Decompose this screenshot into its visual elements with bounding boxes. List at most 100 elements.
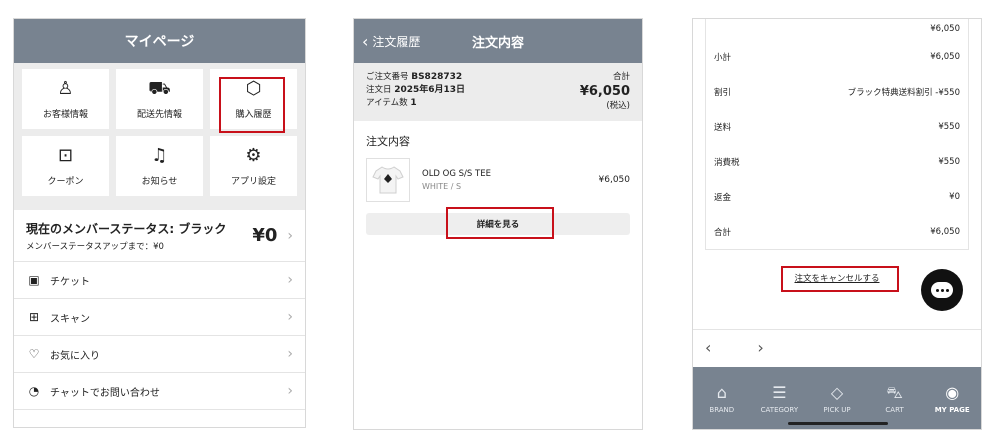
account-icon: ◉ [945,383,960,402]
tile-label: お知らせ [141,176,178,187]
list-item-ticket[interactable]: ▣ チケット › [14,262,305,299]
breakdown-value: ¥6,050 [930,24,960,34]
list-item-label: チケット [50,276,90,288]
highlight-box [446,207,554,239]
count-label: アイテム数 [366,98,408,108]
back-button[interactable]: ‹ 注文履歴 [362,32,420,51]
chat-icon: ◔ [28,384,40,398]
highlight-box [219,77,285,133]
item-count: 1 [410,98,417,108]
tile-label: お客様情報 [42,109,88,120]
breakdown-row: 送料 ¥550 [714,109,960,144]
list-item-label: お気に入り [50,350,100,362]
breakdown-label: 合計 [714,227,732,238]
highlight-box [781,266,899,292]
tile-coupon[interactable]: ⊡ クーポン [22,136,109,196]
chevron-right-icon: › [287,346,293,362]
chevron-right-icon[interactable]: › [757,338,763,357]
chevron-right-icon: › [287,309,293,325]
tab-label: CART [885,406,904,414]
date-label: 注文日 [366,85,392,95]
breakdown-value: ¥550 [938,121,960,132]
tab-cart[interactable]: ⛍ CART [866,367,924,429]
product-thumbnail [366,158,410,202]
member-status-amount: ¥0 [252,225,278,246]
view-details-button[interactable]: 詳細を見る [366,207,630,239]
total-label: 合計 [612,72,630,82]
store-icon: ⌂ [716,383,727,402]
breakdown-label: 返金 [714,192,732,203]
tile-label: アプリ設定 [230,176,276,187]
breakdown-value: ¥550 [938,156,960,167]
gear-icon: ⚙ [245,144,262,166]
breakdown-value: ¥6,050 [930,226,960,237]
chevron-left-icon[interactable]: ‹ [705,338,711,357]
tab-pickup[interactable]: ◇ PICK UP [808,367,866,429]
list-item-scan[interactable]: ⊞ スキャン › [14,299,305,336]
tab-category[interactable]: ☰ CATEGORY [751,367,809,429]
mypage-header: マイページ [14,19,305,63]
tag-icon: ◇ [830,383,844,402]
tile-purchase-history[interactable]: ⬡ 購入履歴 [210,69,297,133]
price-breakdown: ¥6,050 小計 ¥6,050 割引 ブラック特典送料割引 -¥550 送料 … [705,19,969,250]
breakdown-row: 割引 ブラック特典送料割引 -¥550 [714,74,960,109]
tile-label: 配送先情報 [136,109,182,120]
ticket-icon: ▣ [28,273,40,287]
member-status-sub: メンバーステータスアップまで：¥0 [26,241,164,252]
order-date: 2025年6月13日 [394,85,466,95]
product-price: ¥6,050 [598,175,631,185]
list-item-label: チャットでお問い合わせ [50,387,160,399]
tile-customer-info[interactable]: ♙ お客様情報 [22,69,109,129]
breakdown-value: ¥0 [949,191,960,202]
order-no: BS828732 [411,72,463,82]
section-title: 注文内容 [366,135,410,148]
breakdown-row: 合計 ¥6,050 [714,214,960,249]
tile-app-settings[interactable]: ⚙ アプリ設定 [210,136,297,196]
home-indicator [788,422,888,425]
tax-note: (税込) [606,101,630,111]
tab-brand[interactable]: ⌂ BRAND [693,367,751,429]
breakdown-row: ¥6,050 [714,19,960,39]
breakdown-label: 小計 [714,52,732,63]
tile-shipping-info[interactable]: ⛟ 配送先情報 [116,69,203,129]
back-label: 注文履歴 [372,34,421,49]
list-item-label: スキャン [50,313,90,325]
tab-label: PICK UP [823,406,851,414]
tab-mypage[interactable]: ◉ MY PAGE [923,367,981,429]
member-status-title: 現在のメンバーステータス: ブラック [26,221,227,236]
breakdown-label: 送料 [714,122,732,133]
tab-label: CATEGORY [760,406,799,414]
user-icon: ♙ [57,77,74,99]
order-item[interactable]: OLD OG S/S TEE WHITE / S ¥6,050 [354,157,642,203]
member-status-row[interactable]: 現在のメンバーステータス: ブラック メンバーステータスアップまで：¥0 ¥0 … [14,202,305,262]
order-no-label: ご注文番号 [366,72,409,82]
list-item-favorites[interactable]: ♡ お気に入り › [14,336,305,373]
pager: ‹ › [693,329,981,365]
breakdown-row: 消費税 ¥550 [714,144,960,179]
breakdown-label: 割引 [714,87,732,98]
order-header: ‹ 注文履歴 注文内容 [354,19,642,63]
chat-fab-button[interactable] [921,269,963,311]
breakdown-row: 小計 ¥6,050 [714,39,960,74]
list-icon: ☰ [772,383,787,402]
qr-icon: ⊞ [28,310,40,324]
order-total: ¥6,050 [579,84,630,99]
chevron-left-icon: ‹ [362,31,369,51]
order-breakdown-screen: ¥6,050 小計 ¥6,050 割引 ブラック特典送料割引 -¥550 送料 … [692,18,982,430]
chevron-right-icon: › [287,272,293,288]
tab-label: MY PAGE [934,406,970,414]
list-item-chat-support[interactable]: ◔ チャットでお問い合わせ › [14,373,305,410]
tile-notifications[interactable]: ♫ お知らせ [116,136,203,196]
heart-icon: ♡ [28,347,40,361]
menu-grid: ♙ お客様情報 ⛟ 配送先情報 ⬡ 購入履歴 ⊡ クーポン ♫ お知らせ ⚙ ア… [14,63,305,202]
breakdown-value: ブラック特典送料割引 -¥550 [847,87,960,98]
chevron-right-icon: › [287,383,293,399]
order-detail-screen: ‹ 注文履歴 注文内容 ご注文番号 BS828732 注文日 2025年6月13… [353,18,643,430]
coupon-icon: ⊡ [57,144,74,166]
cart-icon: ⛍ [886,383,903,402]
chevron-right-icon: › [287,227,293,244]
bell-icon: ♫ [151,144,168,166]
truck-icon: ⛟ [148,77,171,99]
page-title: マイページ [124,34,195,50]
mypage-screen: マイページ ♙ お客様情報 ⛟ 配送先情報 ⬡ 購入履歴 ⊡ クーポン ♫ お知… [13,18,306,428]
